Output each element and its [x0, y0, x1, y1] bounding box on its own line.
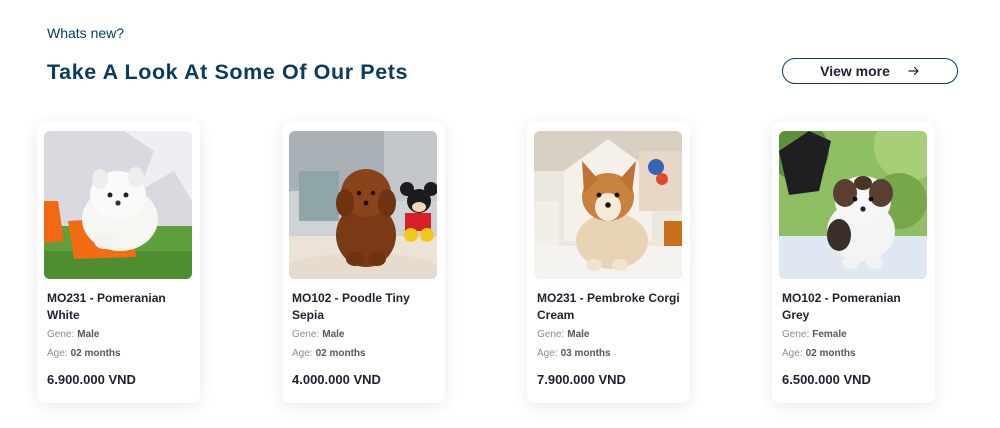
pet-photo-pomeranian-white[interactable]	[44, 131, 192, 279]
age-label: Age:	[47, 348, 68, 359]
pet-card[interactable]: MO231 - Pomeranian White Gene: Male Age: 0…	[37, 122, 200, 403]
age-value: 03 months	[560, 348, 611, 359]
age-value: 02 months	[70, 348, 121, 359]
pet-gene: Gene: Female	[782, 329, 847, 341]
pet-age: Age: 02 months	[782, 348, 856, 360]
pet-age: Age: 03 months	[537, 348, 611, 360]
pet-age: Age: 02 months	[47, 348, 121, 360]
pet-price: 6.500.000 VND	[782, 372, 871, 387]
gene-label: Gene:	[47, 329, 75, 340]
pet-card[interactable]: MO231 - Pembroke Corgi Cream Gene: Male A…	[527, 122, 690, 403]
pet-photo-pembroke-corgi-cream[interactable]	[534, 131, 682, 279]
pet-card[interactable]: MO102 - Poodle Tiny Sepia Gene: Male Age:…	[282, 122, 445, 403]
view-more-label: View more	[820, 63, 890, 79]
pet-name: MO102 - Pomeranian Grey	[782, 291, 901, 322]
gene-label: Gene:	[537, 329, 565, 340]
view-more-button[interactable]: View more	[782, 58, 958, 84]
section-eyebrow: Whats new?	[47, 25, 125, 41]
gene-value: Male	[77, 329, 100, 340]
age-label: Age:	[782, 348, 803, 359]
age-label: Age:	[537, 348, 558, 359]
pet-name: MO231 - Pomeranian White	[47, 291, 166, 322]
gene-value: Male	[567, 329, 590, 340]
arrow-right-icon	[908, 66, 919, 76]
gene-label: Gene:	[782, 329, 810, 340]
section-title: Take A Look At Some Of Our Pets	[47, 60, 409, 84]
pet-gene: Gene: Male	[537, 329, 589, 341]
pet-gene: Gene: Male	[292, 329, 344, 341]
pet-price: 6.900.000 VND	[47, 372, 136, 387]
age-value: 02 months	[315, 348, 366, 359]
pet-photo-pomeranian-grey[interactable]	[779, 131, 927, 279]
pet-price: 7.900.000 VND	[537, 372, 626, 387]
age-value: 02 months	[805, 348, 856, 359]
pet-card[interactable]: MO102 - Pomeranian Grey Gene: Female Age:…	[772, 122, 935, 403]
pet-photo-poodle-tiny-sepia[interactable]	[289, 131, 437, 279]
pet-price: 4.000.000 VND	[292, 372, 381, 387]
pet-gene: Gene: Male	[47, 329, 99, 341]
gene-label: Gene:	[292, 329, 320, 340]
gene-value: Male	[322, 329, 345, 340]
gene-value: Female	[812, 329, 847, 340]
pets-section: Whats new? Take A Look At Some Of Our Pe…	[0, 0, 1000, 428]
pet-age: Age: 02 months	[292, 348, 366, 360]
pet-name: MO231 - Pembroke Corgi Cream	[537, 291, 680, 322]
age-label: Age:	[292, 348, 313, 359]
pet-name: MO102 - Poodle Tiny Sepia	[292, 291, 410, 322]
